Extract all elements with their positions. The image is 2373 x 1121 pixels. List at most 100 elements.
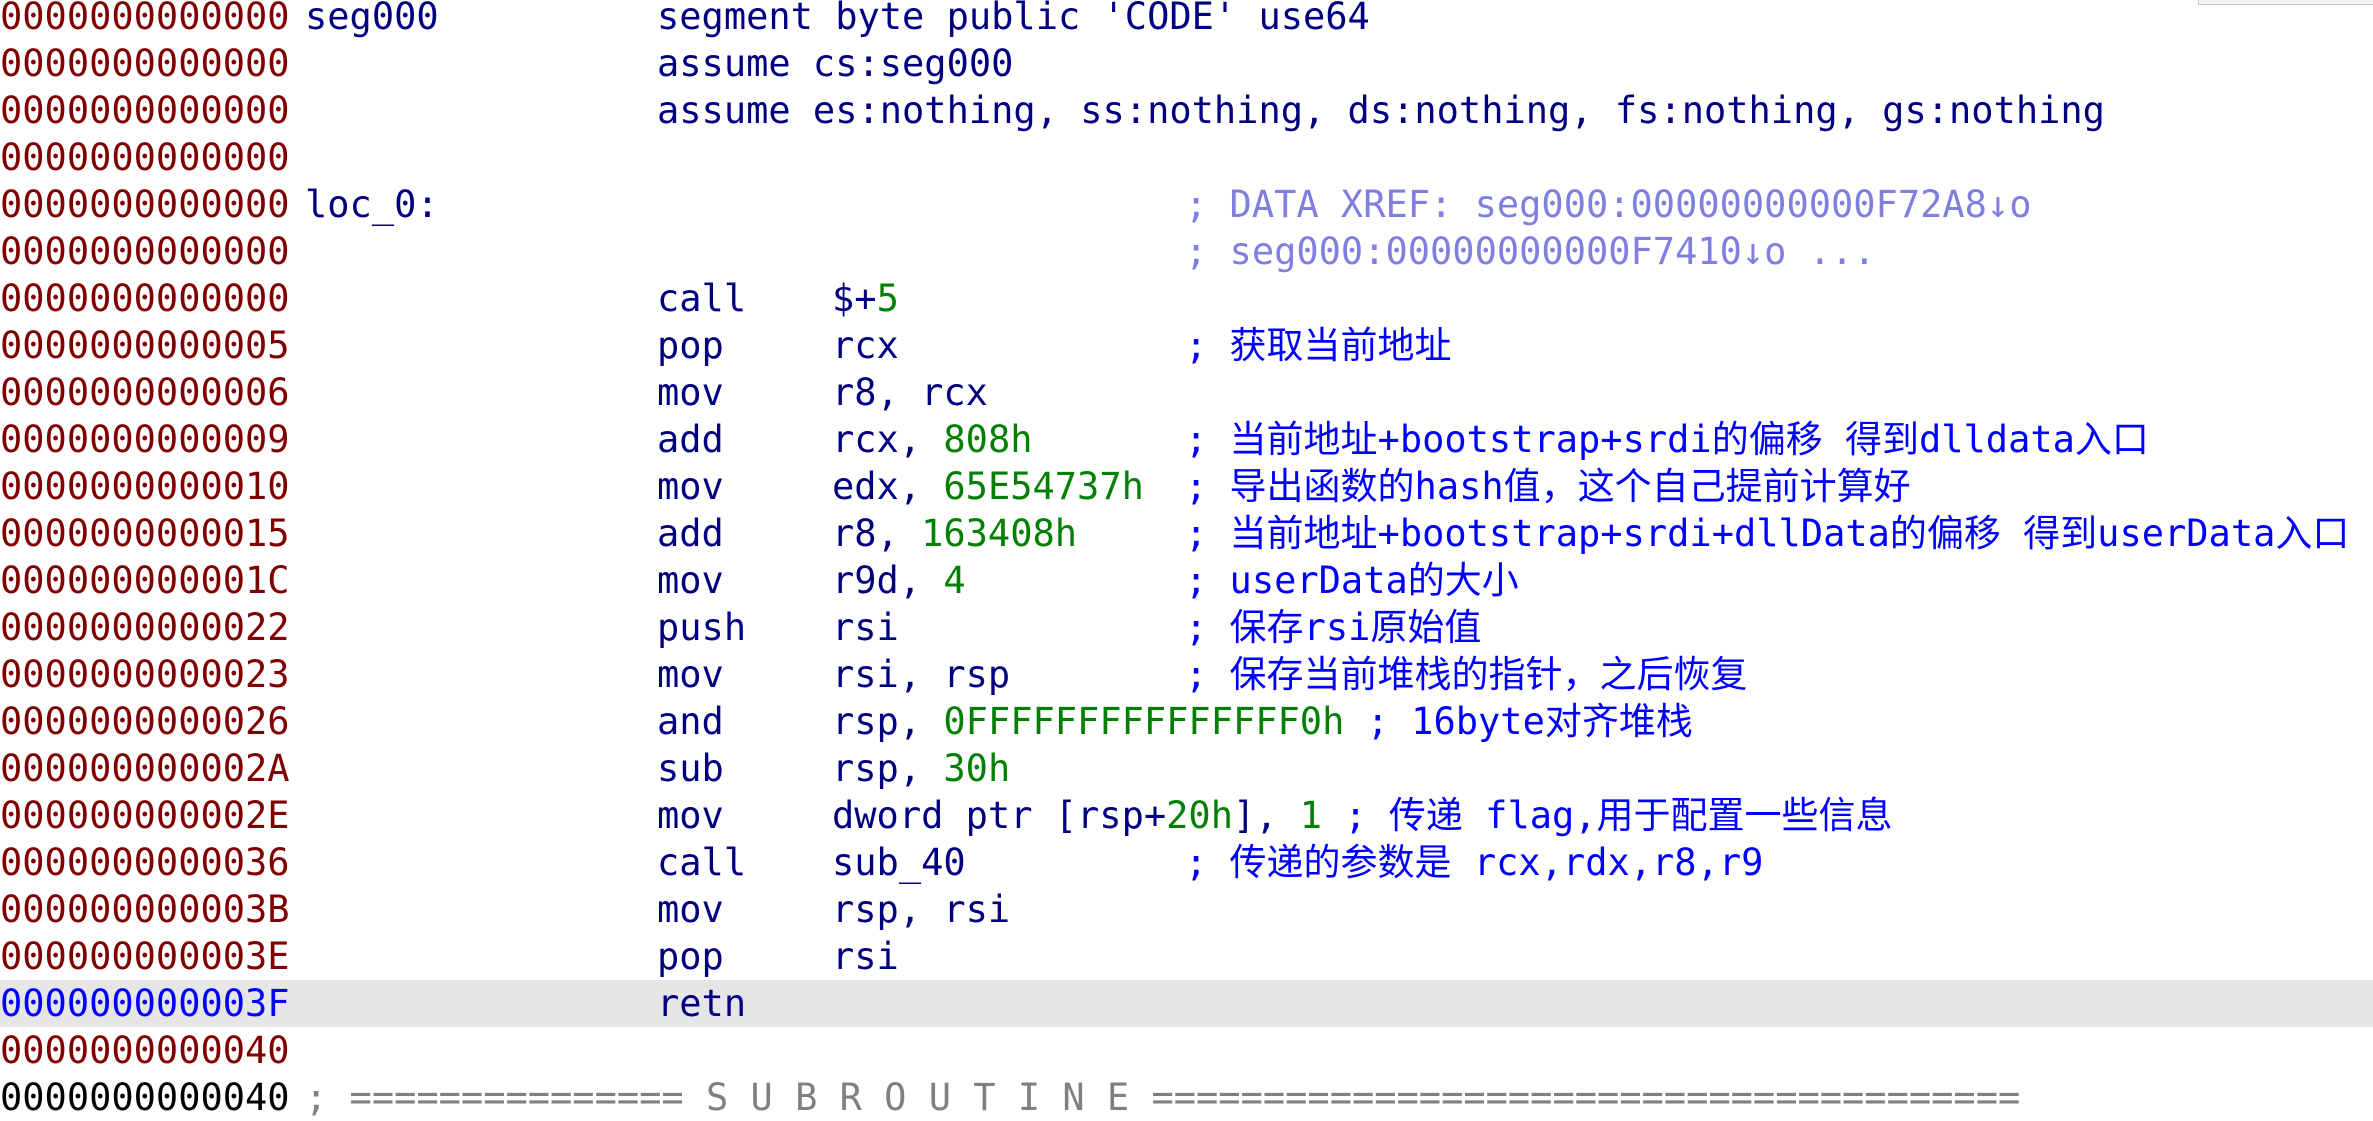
operand-text[interactable]: rsi (832, 935, 899, 978)
listing-line[interactable]: 0000000000010 mov edx, 65E54737h ; 导出函数的has… (0, 463, 2373, 510)
instruction-operands[interactable]: rsp, 30h (832, 745, 1010, 792)
line-address[interactable]: 0000000000040 (0, 1074, 290, 1121)
line-address[interactable]: 000000000001C (0, 557, 290, 604)
xref-comment[interactable]: ; DATA XREF: seg000:00000000000F72A8↓o (1185, 181, 2031, 228)
line-address[interactable]: 000000000002E (0, 792, 290, 839)
instruction-operands[interactable]: rsp, rsi (832, 886, 1010, 933)
line-address[interactable]: 0000000000000 (0, 0, 290, 40)
instruction-mnemonic[interactable]: sub (657, 745, 724, 792)
listing-line[interactable]: 000000000002A sub rsp, 30h (0, 745, 2373, 792)
listing-line[interactable]: 0000000000000 (0, 134, 2373, 181)
instruction-operands[interactable]: dword ptr [rsp+20h], 1 ; 传递 flag,用于配置一些信… (832, 792, 1893, 839)
operand-number[interactable]: 65E54737h (943, 465, 1143, 508)
listing-line[interactable]: 0000000000022 push rsi ; 保存rsi原始值 (0, 604, 2373, 651)
listing-line[interactable]: 000000000003B mov rsp, rsi (0, 886, 2373, 933)
operand-number[interactable]: 5 (877, 277, 899, 320)
disassembly-listing[interactable]: 0000000000000 seg000 segment byte public '… (0, 0, 2373, 1121)
instruction-mnemonic[interactable]: mov (657, 463, 724, 510)
instruction-operands[interactable]: rsp, 0FFFFFFFFFFFFFFF0h ; 16byte对齐堆栈 (832, 698, 1693, 745)
operand-number[interactable]: 20h (1166, 794, 1233, 837)
operand-number[interactable]: 808h (943, 418, 1032, 461)
line-address[interactable]: 0000000000000 (0, 40, 290, 87)
operand-text[interactable]: sub_40 (832, 841, 966, 884)
line-address[interactable]: 0000000000000 (0, 275, 290, 322)
instruction-mnemonic[interactable]: mov (657, 651, 724, 698)
instruction-mnemonic[interactable]: mov (657, 792, 724, 839)
listing-line-current[interactable]: 000000000003F retn (0, 980, 2373, 1027)
listing-line[interactable]: 0000000000005 pop rcx ; 获取当前地址 (0, 322, 2373, 369)
line-address[interactable]: 000000000003E (0, 933, 290, 980)
line-address[interactable]: 000000000003B (0, 886, 290, 933)
instruction-operands[interactable]: r8, 163408h (832, 510, 1077, 557)
listing-line[interactable]: 0000000000023 mov rsi, rsp ; 保存当前堆栈的指针，之后恢复 (0, 651, 2373, 698)
line-address[interactable]: 000000000002A (0, 745, 290, 792)
listing-line[interactable]: 0000000000015 add r8, 163408h ; 当前地址+bootst… (0, 510, 2373, 557)
operand-text[interactable]: rsp, (832, 700, 943, 743)
instruction-mnemonic[interactable]: mov (657, 886, 724, 933)
instruction-operands[interactable]: $+5 (832, 275, 899, 322)
line-address[interactable]: 0000000000040 (0, 1027, 290, 1074)
operand-number[interactable]: 30h (943, 747, 1010, 790)
listing-line[interactable]: 0000000000006 mov r8, rcx (0, 369, 2373, 416)
line-address[interactable]: 0000000000026 (0, 698, 290, 745)
instruction-mnemonic[interactable]: mov (657, 557, 724, 604)
operand-number[interactable]: 0FFFFFFFFFFFFFFF0h (943, 700, 1344, 743)
instruction-mnemonic[interactable]: call (657, 275, 746, 322)
operand-text[interactable]: rsp, (832, 747, 943, 790)
line-address[interactable]: 0000000000006 (0, 369, 290, 416)
line-address[interactable]: 000000000003F (0, 980, 290, 1027)
line-address[interactable]: 0000000000005 (0, 322, 290, 369)
line-address[interactable]: 0000000000036 (0, 839, 290, 886)
operand-text[interactable]: ], (1233, 794, 1300, 837)
instruction-mnemonic[interactable]: add (657, 416, 724, 463)
operand-text[interactable]: r9d, (832, 559, 943, 602)
instruction-operands[interactable]: rcx, 808h (832, 416, 1033, 463)
scrollbar-tab[interactable] (2198, 0, 2373, 5)
operand-text[interactable]: rcx, (832, 418, 943, 461)
line-address[interactable]: 0000000000000 (0, 134, 290, 181)
operand-number[interactable]: 4 (943, 559, 965, 602)
line-address[interactable]: 0000000000009 (0, 416, 290, 463)
instruction-operands[interactable]: rcx (832, 322, 899, 369)
instruction-mnemonic[interactable]: call (657, 839, 746, 886)
instruction-mnemonic[interactable]: pop (657, 322, 724, 369)
listing-line[interactable]: 0000000000000 seg000 segment byte public '… (0, 0, 2373, 40)
listing-line[interactable]: 0000000000000 assume es:nothing, ss:nothi… (0, 87, 2373, 134)
instruction-operands[interactable]: rsi (832, 933, 899, 980)
instruction-mnemonic[interactable]: segment byte public 'CODE' use64 (657, 0, 1370, 40)
instruction-operands[interactable]: edx, 65E54737h (832, 463, 1144, 510)
line-address[interactable]: 0000000000000 (0, 87, 290, 134)
instruction-mnemonic[interactable]: and (657, 698, 724, 745)
listing-line[interactable]: 000000000002E mov dword ptr [rsp+20h], 1 ;… (0, 792, 2373, 839)
operand-text[interactable]: rcx (832, 324, 899, 367)
instruction-mnemonic[interactable]: retn (657, 980, 746, 1027)
operand-text[interactable]: r8, (832, 512, 921, 555)
instruction-operands[interactable]: rsi (832, 604, 899, 651)
listing-line[interactable]: 000000000003E pop rsi (0, 933, 2373, 980)
operand-text[interactable]: $+ (832, 277, 877, 320)
line-address[interactable]: 0000000000022 (0, 604, 290, 651)
instruction-operands[interactable]: r8, rcx (832, 369, 988, 416)
line-address[interactable]: 0000000000000 (0, 228, 290, 275)
listing-line[interactable]: 000000000001C mov r9d, 4 ; userData的大小 (0, 557, 2373, 604)
operand-text[interactable]: rsp, rsi (832, 888, 1010, 931)
instruction-mnemonic[interactable]: add (657, 510, 724, 557)
xref-comment[interactable]: ; seg000:00000000000F7410↓o ... (1185, 228, 1876, 275)
operand-number[interactable]: 163408h (921, 512, 1077, 555)
instruction-operands[interactable]: r9d, 4 (832, 557, 966, 604)
operand-text[interactable]: dword ptr [rsp+ (832, 794, 1166, 837)
instruction-mnemonic[interactable]: pop (657, 933, 724, 980)
instruction-mnemonic[interactable]: push (657, 604, 746, 651)
listing-line[interactable]: 0000000000000 loc_0: ; DATA XREF: seg000:0… (0, 181, 2373, 228)
listing-line[interactable]: 0000000000000 assume cs:seg000 (0, 40, 2373, 87)
listing-line[interactable]: 0000000000000 call $+5 (0, 275, 2373, 322)
listing-line[interactable]: 0000000000040 ; =============== S U B R O… (0, 1074, 2373, 1121)
listing-line[interactable]: 0000000000009 add rcx, 808h ; 当前地址+bootstra… (0, 416, 2373, 463)
listing-line[interactable]: 0000000000036 call sub_40 ; 传递的参数是 rcx,rdx,… (0, 839, 2373, 886)
instruction-mnemonic[interactable]: mov (657, 369, 724, 416)
instruction-mnemonic[interactable]: assume es:nothing, ss:nothing, ds:nothin… (657, 87, 2105, 134)
operand-number[interactable]: 1 (1300, 794, 1322, 837)
instruction-mnemonic[interactable]: assume cs:seg000 (657, 40, 1013, 87)
listing-line[interactable]: 0000000000040 (0, 1027, 2373, 1074)
instruction-operands[interactable]: sub_40 (832, 839, 966, 886)
